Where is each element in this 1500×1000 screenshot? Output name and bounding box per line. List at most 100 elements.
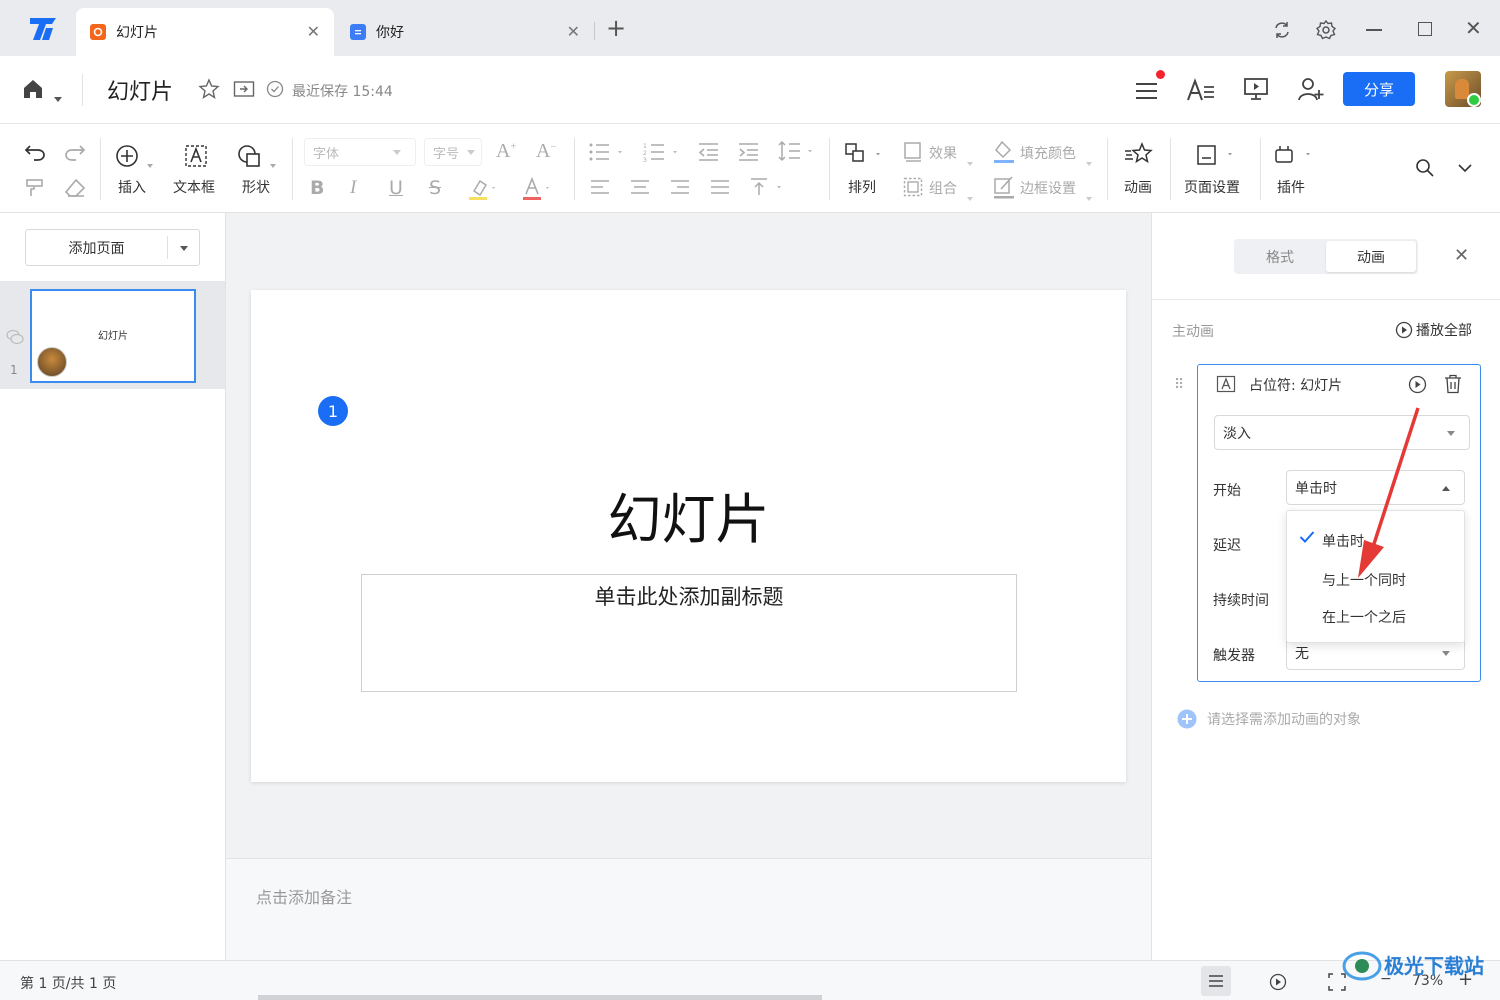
vertical-align-icon[interactable] — [750, 177, 786, 197]
refresh-icon[interactable] — [1272, 20, 1292, 40]
share-button[interactable]: 分享 — [1343, 72, 1415, 106]
collapse-toolbar-chevron-icon[interactable] — [1457, 162, 1473, 174]
eraser-icon[interactable] — [64, 178, 86, 198]
animation-order-badge[interactable]: 1 — [318, 396, 348, 426]
home-menu-caret-icon[interactable] — [54, 87, 62, 106]
tab-format[interactable]: 格式 — [1236, 241, 1324, 272]
underline-icon[interactable]: U — [389, 177, 403, 199]
border-caret-icon[interactable] — [1086, 186, 1092, 205]
insert-plus-icon[interactable] — [115, 144, 139, 168]
slide-title[interactable]: 幻灯片 — [251, 488, 1126, 552]
border-setting-button[interactable]: 边框设置 — [1020, 178, 1076, 198]
numbered-list-icon[interactable]: 123 — [643, 142, 681, 162]
notes-area[interactable]: 点击添加备注 — [226, 858, 1151, 960]
fill-color-button[interactable]: 填充颜色 — [1020, 143, 1076, 163]
avatar[interactable] — [1445, 71, 1481, 107]
group-icon[interactable] — [903, 177, 923, 197]
font-size-select[interactable]: 字号 — [424, 138, 482, 166]
border-setting-icon[interactable] — [993, 175, 1015, 199]
shape-icon[interactable] — [237, 144, 263, 168]
search-icon[interactable] — [1415, 158, 1435, 178]
delete-trash-icon[interactable] — [1444, 374, 1462, 394]
star-icon[interactable] — [198, 78, 220, 100]
font-family-select[interactable]: 字体 — [304, 138, 416, 166]
preview-play-icon[interactable] — [1408, 375, 1427, 394]
subtitle-placeholder-box[interactable]: 单击此处添加副标题 — [361, 574, 1017, 692]
bold-icon[interactable]: B — [310, 177, 324, 199]
align-right-icon[interactable] — [670, 179, 690, 195]
new-tab-icon[interactable]: + — [606, 14, 626, 42]
align-center-icon[interactable] — [630, 179, 650, 195]
justify-icon[interactable] — [710, 179, 730, 195]
watermark: 极光下载站 — [1340, 944, 1484, 984]
fill-caret-icon[interactable] — [1086, 151, 1092, 170]
tab-animation[interactable]: 动画 — [1326, 241, 1416, 272]
effect-button[interactable]: 效果 — [929, 143, 957, 163]
comment-bubble-icon[interactable] — [6, 329, 24, 345]
horizontal-scrollbar[interactable] — [258, 995, 822, 1000]
move-folder-icon[interactable] — [233, 79, 255, 99]
arrange-icon[interactable] — [844, 142, 886, 166]
plugin-icon[interactable] — [1274, 144, 1314, 166]
dropdown-option[interactable]: 在上一个之后 — [1287, 599, 1464, 635]
shape-button[interactable]: 形状 — [242, 177, 270, 197]
document-title[interactable]: 幻灯片 — [107, 74, 173, 106]
add-animation-hint[interactable]: 请选择需添加动画的对象 — [1177, 709, 1361, 729]
shape-caret-icon[interactable] — [270, 153, 276, 172]
close-window-icon[interactable]: ✕ — [1465, 16, 1482, 40]
align-left-icon[interactable] — [590, 179, 610, 195]
plugin-button[interactable]: 插件 — [1277, 177, 1305, 197]
undo-icon[interactable] — [24, 142, 46, 162]
decrease-indent-icon[interactable] — [698, 142, 720, 162]
add-collaborator-icon[interactable] — [1297, 77, 1325, 103]
settings-gear-icon[interactable] — [1315, 19, 1337, 41]
page-setup-icon[interactable] — [1196, 144, 1236, 166]
home-icon[interactable] — [22, 78, 44, 100]
group-caret-icon[interactable] — [967, 186, 973, 205]
format-painter-icon[interactable] — [25, 178, 45, 198]
present-screen-icon[interactable] — [1243, 77, 1269, 101]
text-format-icon[interactable] — [1186, 78, 1216, 102]
slide-thumbnail-row[interactable]: 1 幻灯片 — [0, 281, 225, 389]
animation-button[interactable]: 动画 — [1124, 177, 1152, 197]
insert-caret-icon[interactable] — [147, 153, 153, 172]
close-tab-icon[interactable]: ✕ — [307, 24, 320, 40]
insert-button[interactable]: 插入 — [118, 177, 146, 197]
notes-toggle-icon[interactable] — [1201, 966, 1231, 996]
close-tab-icon[interactable]: ✕ — [567, 24, 580, 40]
animation-star-icon[interactable] — [1124, 142, 1156, 166]
add-page-button[interactable]: 添加页面 — [26, 230, 167, 265]
slide[interactable]: 1 幻灯片 单击此处添加副标题 — [251, 290, 1126, 782]
fill-color-icon[interactable] — [993, 140, 1015, 164]
redo-icon[interactable] — [64, 142, 86, 162]
strikethrough-icon[interactable]: S — [429, 177, 441, 199]
increase-font-icon[interactable]: A+ — [496, 140, 516, 163]
drag-handle-icon[interactable]: ⠿ — [1174, 377, 1184, 393]
play-slideshow-icon[interactable] — [1269, 973, 1287, 991]
increase-indent-icon[interactable] — [738, 142, 760, 162]
close-panel-icon[interactable]: ✕ — [1454, 245, 1469, 266]
group-button[interactable]: 组合 — [929, 178, 957, 198]
textbox-button[interactable]: 文本框 — [173, 177, 215, 197]
app-logo[interactable] — [26, 14, 62, 44]
tab-presentation[interactable]: 幻灯片 ✕ — [76, 8, 334, 56]
effect-icon[interactable] — [903, 141, 923, 163]
menu-icon[interactable] — [1135, 80, 1159, 102]
effect-caret-icon[interactable] — [967, 151, 973, 170]
minimize-icon[interactable] — [1366, 29, 1382, 31]
line-spacing-icon[interactable] — [778, 140, 818, 162]
slide-thumbnail[interactable]: 幻灯片 — [30, 289, 196, 383]
maximize-icon[interactable] — [1418, 22, 1432, 36]
play-all-button[interactable]: 播放全部 — [1395, 320, 1472, 340]
tab-document[interactable]: 你好 ✕ — [336, 8, 594, 56]
animation-item-card[interactable]: 占位符: 幻灯片 淡入 开始 单击时 延迟 持续时间 触发器 无 单击时 与上一… — [1197, 364, 1481, 682]
arrange-button[interactable]: 排列 — [848, 177, 876, 197]
font-color-icon[interactable] — [522, 177, 552, 201]
italic-icon[interactable]: I — [350, 177, 356, 199]
add-page-dropdown-icon[interactable] — [168, 230, 200, 265]
decrease-font-icon[interactable]: A− — [536, 140, 556, 163]
bullet-list-icon[interactable] — [588, 142, 626, 162]
textbox-icon[interactable] — [184, 144, 208, 168]
page-setup-button[interactable]: 页面设置 — [1184, 177, 1240, 197]
highlight-icon[interactable] — [468, 177, 498, 201]
